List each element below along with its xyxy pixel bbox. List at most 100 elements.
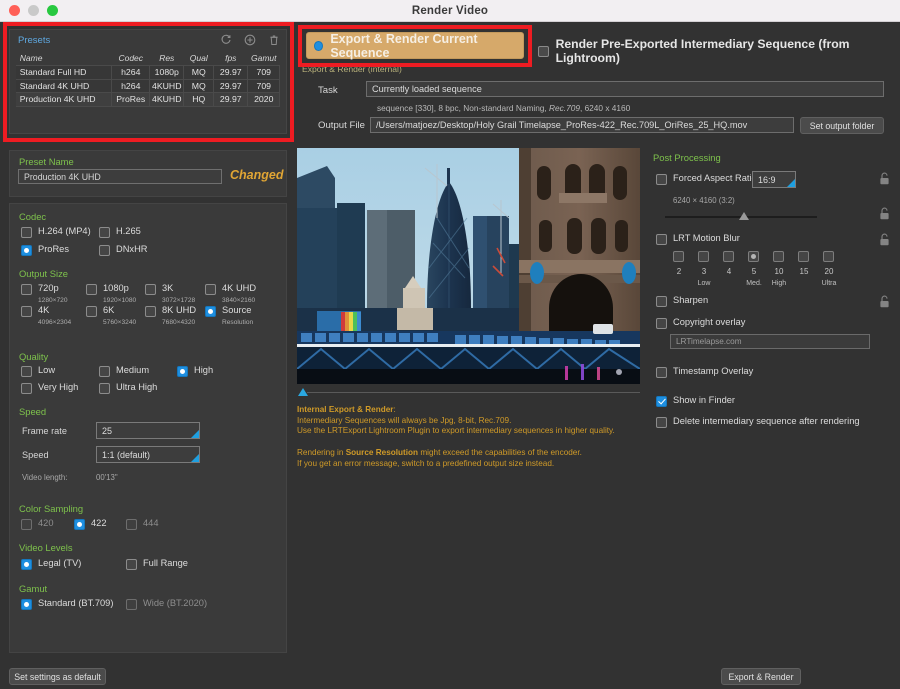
sharpen-checkbox[interactable]: Sharpen: [656, 295, 708, 307]
unlocked-padlock-icon[interactable]: [879, 207, 890, 220]
quality-option-medium[interactable]: Medium: [99, 365, 149, 377]
codec-option-prores[interactable]: ProRes: [21, 244, 69, 256]
video-levels-option-legal[interactable]: Legal (TV): [21, 558, 81, 570]
quality-option-ultra-high[interactable]: Ultra High: [99, 382, 157, 394]
motion-blur-option-2[interactable]: [673, 251, 684, 262]
copyright-overlay-checkbox[interactable]: Copyright overlay: [656, 317, 745, 329]
motion-blur-value-4: 4: [726, 267, 732, 276]
option-label: DNxHR: [116, 244, 148, 254]
scrubber-track: [307, 392, 640, 393]
preset-fps-cell: 29.97: [213, 65, 249, 80]
gamut-option-wide[interactable]: Wide (BT.2020): [126, 598, 207, 610]
color-sampling-option-444[interactable]: 444: [126, 518, 159, 530]
motion-blur-option-20[interactable]: [823, 251, 834, 262]
sequence-preview-image[interactable]: [297, 148, 640, 384]
export-render-current-sequence-radio[interactable]: Export & Render Current Sequence: [306, 32, 524, 60]
checkbox-indicator: [21, 306, 32, 317]
copyright-text-input[interactable]: LRTimelapse.com: [670, 334, 870, 349]
task-field[interactable]: Currently loaded sequence: [366, 81, 884, 97]
option-sub: 7680×4320: [162, 319, 196, 326]
preset-fps-cell: 29.97: [213, 78, 249, 94]
motion-blur-option-15[interactable]: [798, 251, 809, 262]
output-size-title: Output Size: [19, 268, 68, 279]
motion-blur-value-5: 5: [751, 267, 757, 276]
option-title: 4K UHD: [222, 283, 257, 293]
scrubber-handle[interactable]: [298, 388, 308, 396]
unlocked-padlock-icon[interactable]: [879, 172, 890, 185]
source-dimensions-text: 6240 × 4160 (3:2): [673, 196, 735, 205]
checkbox-indicator: [656, 174, 667, 185]
show-in-finder-checkbox[interactable]: Show in Finder: [656, 395, 735, 407]
quality-option-low[interactable]: Low: [21, 365, 55, 377]
option-label: Wide (BT.2020): [143, 598, 208, 608]
note-line-3-pre: Rendering in: [297, 448, 346, 457]
quality-option-high[interactable]: High: [177, 365, 213, 377]
option-label: 1080p 1920×1080: [103, 283, 136, 306]
aspect-ratio-dropdown[interactable]: 16:9: [752, 171, 796, 188]
table-row[interactable]: Standard 4K UHD h264 4KUHD MQ 29.97 709: [15, 78, 281, 94]
export-render-button[interactable]: Export & Render: [721, 668, 801, 685]
aspect-ratio-slider[interactable]: [665, 212, 817, 222]
footer-bar: Set settings as default Export & Render: [0, 659, 900, 689]
color-sampling-option-420[interactable]: 420: [21, 518, 54, 530]
preview-scrubber[interactable]: [297, 388, 640, 398]
set-output-folder-button[interactable]: Set output folder: [800, 117, 884, 134]
motion-blur-option-10[interactable]: [773, 251, 784, 262]
output-size-option-1080p[interactable]: 1080p 1920×1080: [86, 283, 136, 306]
note-line-2: Use the LRTExport Lightroom Plugin to ex…: [297, 426, 615, 436]
output-size-option-4k[interactable]: 4K 4096×2304: [21, 305, 71, 328]
output-size-option-720p[interactable]: 720p 1280×720: [21, 283, 68, 306]
add-circle-icon[interactable]: [244, 34, 256, 46]
checkbox-indicator: [21, 519, 32, 530]
preset-qual-cell: MQ: [183, 65, 215, 80]
codec-option-h264[interactable]: H.264 (MP4): [21, 226, 91, 238]
table-row[interactable]: Standard Full HD h264 1080p MQ 29.97 709: [15, 65, 281, 80]
motion-blur-option-3[interactable]: [698, 251, 709, 262]
trash-icon[interactable]: [268, 34, 280, 46]
checkbox-indicator: [205, 284, 216, 295]
output-size-option-6k[interactable]: 6K 5760×3240: [86, 305, 136, 328]
unlocked-padlock-icon[interactable]: [879, 233, 890, 246]
timestamp-overlay-checkbox[interactable]: Timestamp Overlay: [656, 366, 753, 378]
video-levels-option-full-range[interactable]: Full Range: [126, 558, 188, 570]
motion-blur-option-5[interactable]: [748, 251, 759, 262]
delete-intermediary-checkbox[interactable]: Delete intermediary sequence after rende…: [656, 416, 860, 428]
motion-blur-option-4[interactable]: [723, 251, 734, 262]
motion-blur-mark-ultra: Ultra: [821, 280, 837, 287]
option-label: Show in Finder: [673, 395, 736, 405]
option-label: 4K UHD 3840×2160: [222, 283, 256, 306]
checkbox-indicator: [656, 234, 667, 245]
speed-dropdown[interactable]: 1:1 (default): [96, 446, 200, 463]
render-preexported-checkbox[interactable]: Render Pre-Exported Intermediary Sequenc…: [538, 37, 900, 65]
video-levels-title: Video Levels: [19, 542, 73, 553]
frame-rate-dropdown[interactable]: 25: [96, 422, 200, 439]
table-row[interactable]: Production 4K UHD ProRes 4KUHD HQ 29.97 …: [15, 92, 281, 107]
codec-option-dnxhr[interactable]: DNxHR: [99, 244, 148, 256]
color-sampling-option-422[interactable]: 422: [74, 518, 107, 530]
presets-table[interactable]: Name Codec Res Qual fps Gamut Standard F…: [15, 52, 281, 107]
source-resolution-note: Rendering in Source Resolution might exc…: [297, 448, 582, 469]
output-size-option-8kuhd[interactable]: 8K UHD 7680×4320: [145, 305, 196, 328]
task-info: sequence [330], 8 bpc, Non-standard Nami…: [377, 103, 630, 113]
preset-name-cell: Standard 4K UHD: [15, 78, 113, 94]
preset-name-input[interactable]: Production 4K UHD: [18, 169, 222, 184]
motion-blur-value-15: 15: [799, 267, 809, 276]
slider-handle[interactable]: [739, 212, 749, 220]
option-label: Source Resolution: [222, 305, 253, 328]
preset-res-cell: 4KUHD: [149, 78, 185, 94]
col-fps: fps: [225, 53, 237, 63]
forced-aspect-ratio-checkbox[interactable]: Forced Aspect Ratio: [656, 173, 757, 185]
codec-option-h265[interactable]: H.265: [99, 226, 141, 238]
output-size-option-3k[interactable]: 3K 3072×1728: [145, 283, 195, 306]
lrt-motion-blur-checkbox[interactable]: LRT Motion Blur: [656, 233, 740, 245]
output-size-option-source[interactable]: Source Resolution: [205, 305, 253, 328]
option-label: Copyright overlay: [673, 317, 746, 327]
quality-option-very-high[interactable]: Very High: [21, 382, 78, 394]
refresh-icon[interactable]: [220, 34, 232, 46]
output-file-label: Output File: [318, 120, 365, 131]
set-settings-as-default-button[interactable]: Set settings as default: [9, 668, 106, 685]
unlocked-padlock-icon[interactable]: [879, 295, 890, 308]
gamut-option-standard[interactable]: Standard (BT.709): [21, 598, 113, 610]
output-file-field[interactable]: /Users/matjoez/Desktop/Holy Grail Timela…: [370, 117, 794, 133]
output-size-option-4kuhd[interactable]: 4K UHD 3840×2160: [205, 283, 256, 306]
